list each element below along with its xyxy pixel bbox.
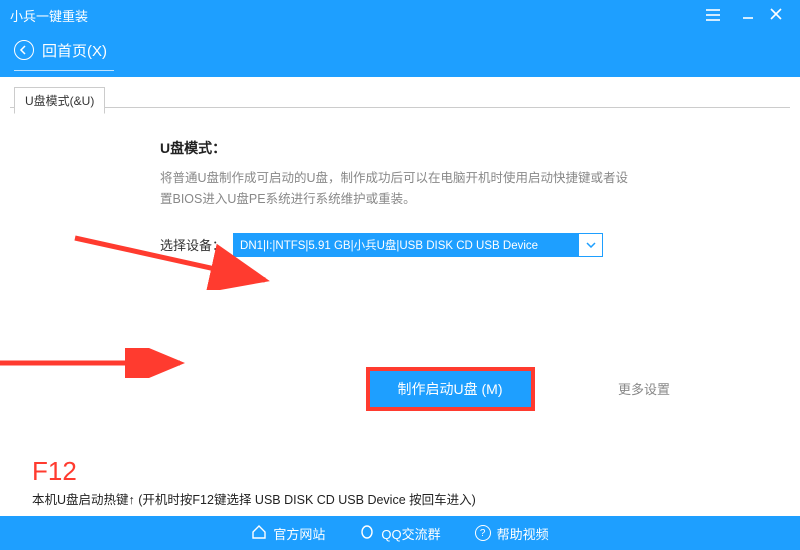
home-icon (251, 524, 267, 543)
subheader: 回首页(X) (0, 30, 800, 77)
device-select-dropdown-button[interactable] (578, 234, 602, 256)
back-icon[interactable] (14, 40, 34, 60)
hotkey-text: 本机U盘启动热键↑ (开机时按F12键选择 USB DISK CD USB De… (32, 489, 476, 508)
help-icon: ? (475, 525, 491, 541)
footer-label: QQ交流群 (381, 524, 440, 543)
create-boot-usb-button[interactable]: 制作启动U盘 (M) (366, 367, 535, 411)
section-description: 将普通U盘制作成可启动的U盘，制作成功后可以在电脑开机时使用启动快捷键或者设置B… (160, 168, 630, 211)
device-select-value: DN1|I:|NTFS|5.91 GB|小兵U盘|USB DISK CD USB… (234, 234, 578, 256)
device-select[interactable]: DN1|I:|NTFS|5.91 GB|小兵U盘|USB DISK CD USB… (233, 233, 603, 257)
hotkey-key: F12 (32, 456, 476, 487)
chevron-down-icon (586, 242, 596, 248)
minimize-button[interactable] (734, 7, 762, 23)
content-area: U盘模式(&U) U盘模式： 将普通U盘制作成可启动的U盘，制作成功后可以在电脑… (0, 77, 800, 516)
footer-help-video[interactable]: ? 帮助视频 (475, 524, 549, 543)
hotkey-info: F12 本机U盘启动热键↑ (开机时按F12键选择 USB DISK CD US… (32, 456, 476, 508)
close-button[interactable] (762, 7, 790, 23)
footer-official-site[interactable]: 官方网站 (251, 524, 325, 543)
back-home-link[interactable]: 回首页(X) (42, 40, 107, 61)
device-label: 选择设备： (160, 235, 225, 254)
menu-button[interactable] (706, 9, 734, 21)
app-window: 小兵一键重装 回首页(X) U盘模式(&U) U盘模式： 将普通U盘制作成可启动… (0, 0, 800, 550)
tab-usb-mode[interactable]: U盘模式(&U) (14, 87, 105, 114)
app-title: 小兵一键重装 (10, 6, 88, 25)
more-settings-link[interactable]: 更多设置 (618, 379, 670, 398)
section-title: U盘模式： (160, 138, 740, 158)
footer-label: 帮助视频 (497, 524, 549, 543)
titlebar: 小兵一键重装 (0, 0, 800, 30)
usb-mode-panel: U盘模式： 将普通U盘制作成可启动的U盘，制作成功后可以在电脑开机时使用启动快捷… (10, 107, 790, 516)
footer-label: 官方网站 (273, 524, 325, 543)
footer: 官方网站 QQ交流群 ? 帮助视频 (0, 516, 800, 550)
footer-qq-group[interactable]: QQ交流群 (359, 524, 440, 543)
device-row: 选择设备： DN1|I:|NTFS|5.91 GB|小兵U盘|USB DISK … (160, 233, 740, 257)
qq-icon (359, 524, 375, 543)
